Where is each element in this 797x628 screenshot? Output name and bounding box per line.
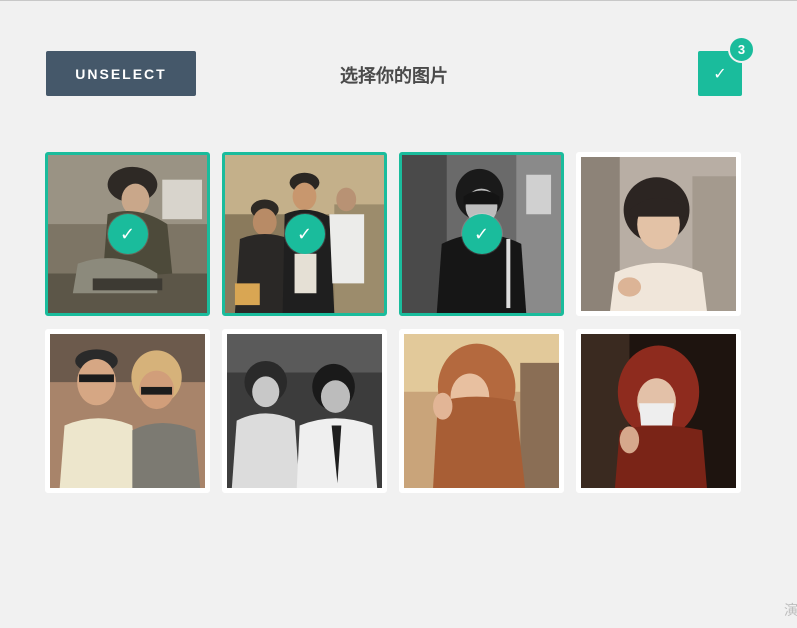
top-divider [0,0,797,1]
photo-tile-8[interactable] [576,329,741,493]
photo-image [581,157,736,311]
photo-tile-2[interactable]: ✓ [222,152,387,316]
photo-image [581,334,736,488]
photo-image [50,334,205,488]
check-icon: ✓ [713,64,727,83]
page-title: 选择你的图片 [340,66,448,87]
photo-tile-1[interactable]: ✓ [45,152,210,316]
photo-image [227,334,382,488]
photo-tile-6[interactable] [222,329,387,493]
selected-check-icon: ✓ [107,214,148,254]
photo-tile-5[interactable] [45,329,210,493]
selected-count-badge: 3 [728,36,755,63]
selected-check-icon: ✓ [461,214,502,254]
photo-image [404,334,559,488]
watermark-text: 演 [784,603,797,619]
unselect-button[interactable]: UNSELECT [46,51,196,96]
photo-tile-4[interactable] [576,152,741,316]
photo-tile-3[interactable]: ✓ [399,152,564,316]
selected-check-icon: ✓ [284,214,325,254]
photo-tile-7[interactable] [399,329,564,493]
